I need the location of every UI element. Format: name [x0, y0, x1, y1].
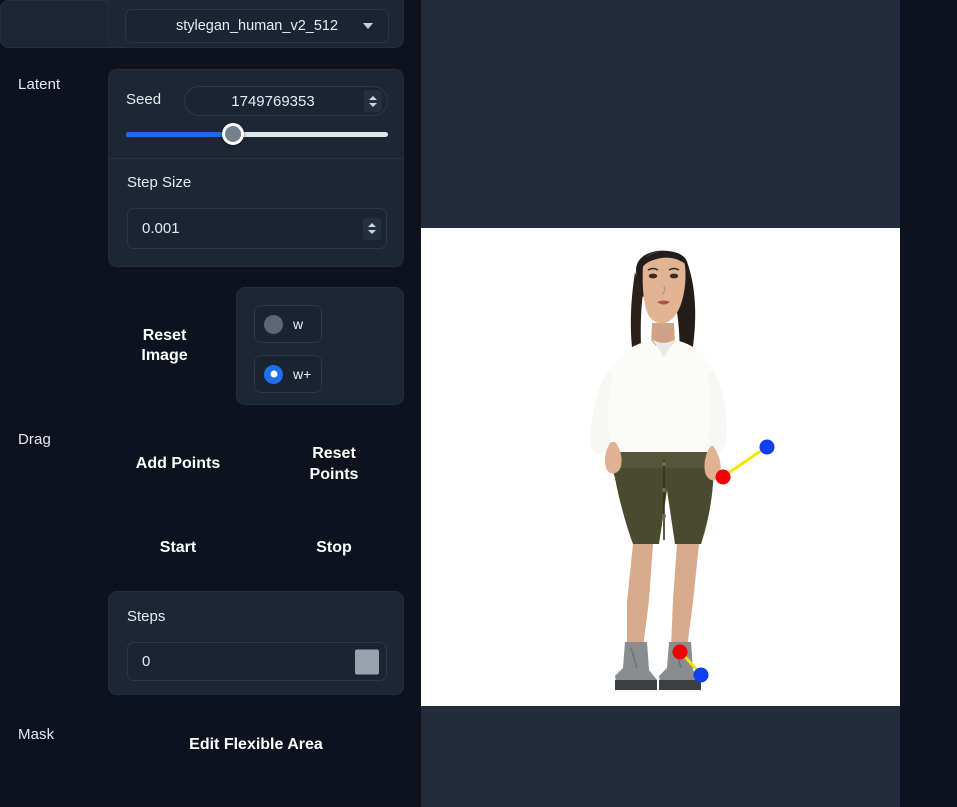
reset-image-button[interactable]: Reset Image — [108, 287, 221, 405]
image-canvas[interactable] — [421, 228, 900, 706]
radio-selected-icon — [264, 364, 283, 384]
model-panel: stylegan_human_v2_512 — [108, 0, 404, 48]
section-label-latent: Latent — [18, 76, 61, 93]
radio-label-w-plus: w+ — [293, 366, 312, 382]
model-dropdown-value: stylegan_human_v2_512 — [175, 18, 339, 34]
stepper-arrows-icon[interactable] — [364, 90, 382, 112]
edit-flexible-area-label: Edit Flexible Area — [189, 735, 323, 753]
drag-target-point[interactable] — [693, 667, 709, 683]
start-button[interactable]: Start — [110, 524, 246, 572]
reset-points-label: Reset Points — [309, 445, 359, 483]
generated-person-image — [590, 250, 727, 690]
section-label-mask: Mask — [18, 726, 55, 743]
section-label-drag: Drag — [18, 431, 51, 448]
radio-unselected-icon — [264, 314, 283, 334]
stepper-arrows-icon[interactable] — [363, 217, 381, 240]
seed-slider-thumb[interactable] — [222, 123, 245, 145]
control-sidebar: stylegan_human_v2_512 Latent Seed 174976… — [0, 0, 410, 807]
edit-flexible-area-button[interactable]: Edit Flexible Area — [108, 721, 404, 769]
add-points-label: Add Points — [135, 455, 221, 473]
steps-input[interactable]: 0 — [127, 642, 387, 681]
seed-input[interactable]: 1749769353 — [184, 86, 388, 116]
steps-value: 0 — [142, 653, 151, 670]
drag-handle-point[interactable] — [672, 644, 688, 660]
step-size-label: Step Size — [127, 174, 192, 191]
seed-slider[interactable] — [126, 123, 388, 145]
stepper-arrows-icon[interactable] — [355, 649, 379, 674]
draggan-app: stylegan_human_v2_512 Latent Seed 174976… — [0, 0, 957, 807]
drag-target-point[interactable] — [759, 439, 775, 455]
reset-image-label: Reset Image — [141, 326, 188, 364]
image-panel — [421, 0, 900, 807]
start-label: Start — [159, 538, 197, 556]
radio-option-w[interactable]: w — [254, 305, 322, 343]
drag-handle-point[interactable] — [715, 469, 731, 485]
steps-panel: Steps 0 — [108, 591, 404, 695]
reset-points-button[interactable]: Reset Points — [266, 427, 402, 502]
add-points-button[interactable]: Add Points — [110, 427, 246, 502]
stop-label: Stop — [316, 538, 352, 556]
latent-space-radio-group: w w+ — [236, 287, 404, 405]
radio-label-w: w — [293, 316, 304, 332]
latent-panel: Seed 1749769353 Step Size 0.001 — [108, 69, 404, 267]
divider — [109, 158, 403, 159]
seed-value: 1749769353 — [231, 92, 315, 110]
chevron-down-icon — [363, 23, 373, 29]
model-dropdown[interactable]: stylegan_human_v2_512 — [125, 9, 389, 43]
step-size-value: 0.001 — [142, 220, 180, 237]
seed-row: Seed 1749769353 — [126, 86, 388, 116]
mask-button-left[interactable] — [110, 789, 246, 807]
radio-option-w-plus[interactable]: w+ — [254, 355, 322, 393]
step-size-input[interactable]: 0.001 — [127, 208, 387, 249]
steps-label: Steps — [127, 608, 166, 625]
seed-label: Seed — [126, 91, 162, 108]
seed-slider-fill — [126, 132, 234, 137]
stop-button[interactable]: Stop — [266, 524, 402, 572]
